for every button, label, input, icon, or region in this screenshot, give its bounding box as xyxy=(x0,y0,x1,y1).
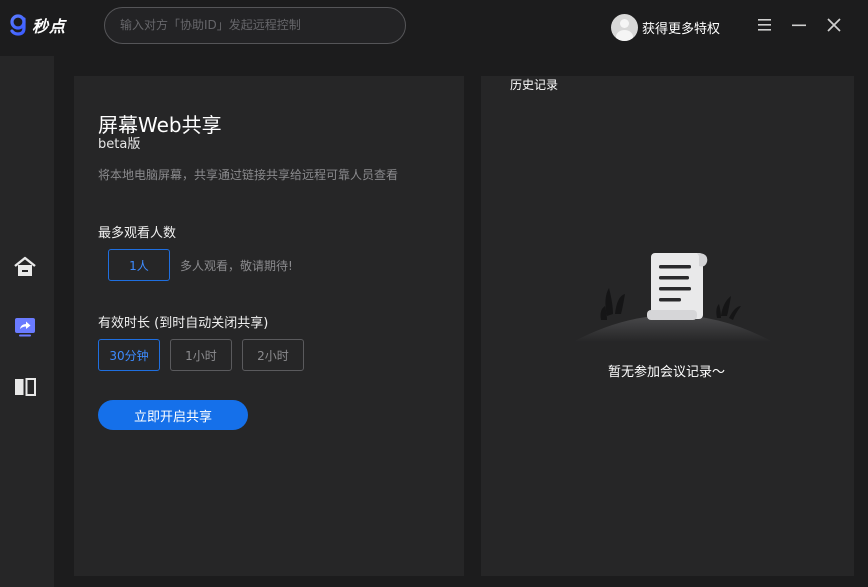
duration-option-2h[interactable]: 2小时 xyxy=(242,339,304,371)
empty-history-text: 暂无参加会议记录～ xyxy=(607,365,725,380)
history-panel: 历史记录 暂无参加会议记录～ xyxy=(481,76,854,576)
minimize-icon[interactable] xyxy=(790,16,808,34)
duration-label: 有效时长 (到时自动关闭共享) xyxy=(98,316,269,331)
viewers-option-1[interactable]: 1人 xyxy=(108,249,170,281)
empty-scroll-icon xyxy=(573,253,773,342)
title-bar: 秒点 获得更多特权 xyxy=(0,0,868,56)
start-share-button[interactable]: 立即开启共享 xyxy=(98,400,248,430)
book-icon xyxy=(15,378,36,396)
duration-option-1h[interactable]: 1小时 xyxy=(170,339,232,371)
beta-label: beta版 xyxy=(98,137,141,152)
close-icon[interactable] xyxy=(825,16,843,34)
avatar-head xyxy=(620,19,629,28)
app-name: 秒点 xyxy=(32,17,67,36)
sidebar xyxy=(0,56,54,587)
search-field[interactable] xyxy=(104,7,406,44)
logo-mark-icon xyxy=(10,14,26,36)
history-title: 历史记录 xyxy=(510,78,559,92)
user-area[interactable]: 获得更多特权 xyxy=(611,14,720,41)
app-logo: 秒点 xyxy=(9,13,66,37)
sidebar-item-screen-share[interactable] xyxy=(12,314,38,340)
sidebar-item-book[interactable] xyxy=(12,374,38,400)
web-share-panel: 屏幕Web共享 beta版 将本地电脑屏幕，共享通过链接共享给远程可靠人员查看 … xyxy=(74,76,464,576)
home-icon xyxy=(14,256,36,276)
get-privileges-link[interactable]: 获得更多特权 xyxy=(642,18,720,37)
share-description: 将本地电脑屏幕，共享通过链接共享给远程可靠人员查看 xyxy=(98,168,399,182)
screen-share-icon xyxy=(15,318,35,337)
multi-viewer-hint: 多人观看，敬请期待! xyxy=(180,259,293,273)
avatar[interactable] xyxy=(611,14,638,41)
avatar-body xyxy=(616,30,633,41)
search-input[interactable] xyxy=(120,18,390,32)
menu-icon[interactable] xyxy=(756,16,774,34)
sidebar-item-home[interactable] xyxy=(12,254,38,280)
duration-option-30min[interactable]: 30分钟 xyxy=(98,339,160,371)
max-viewers-label: 最多观看人数 xyxy=(98,226,177,241)
